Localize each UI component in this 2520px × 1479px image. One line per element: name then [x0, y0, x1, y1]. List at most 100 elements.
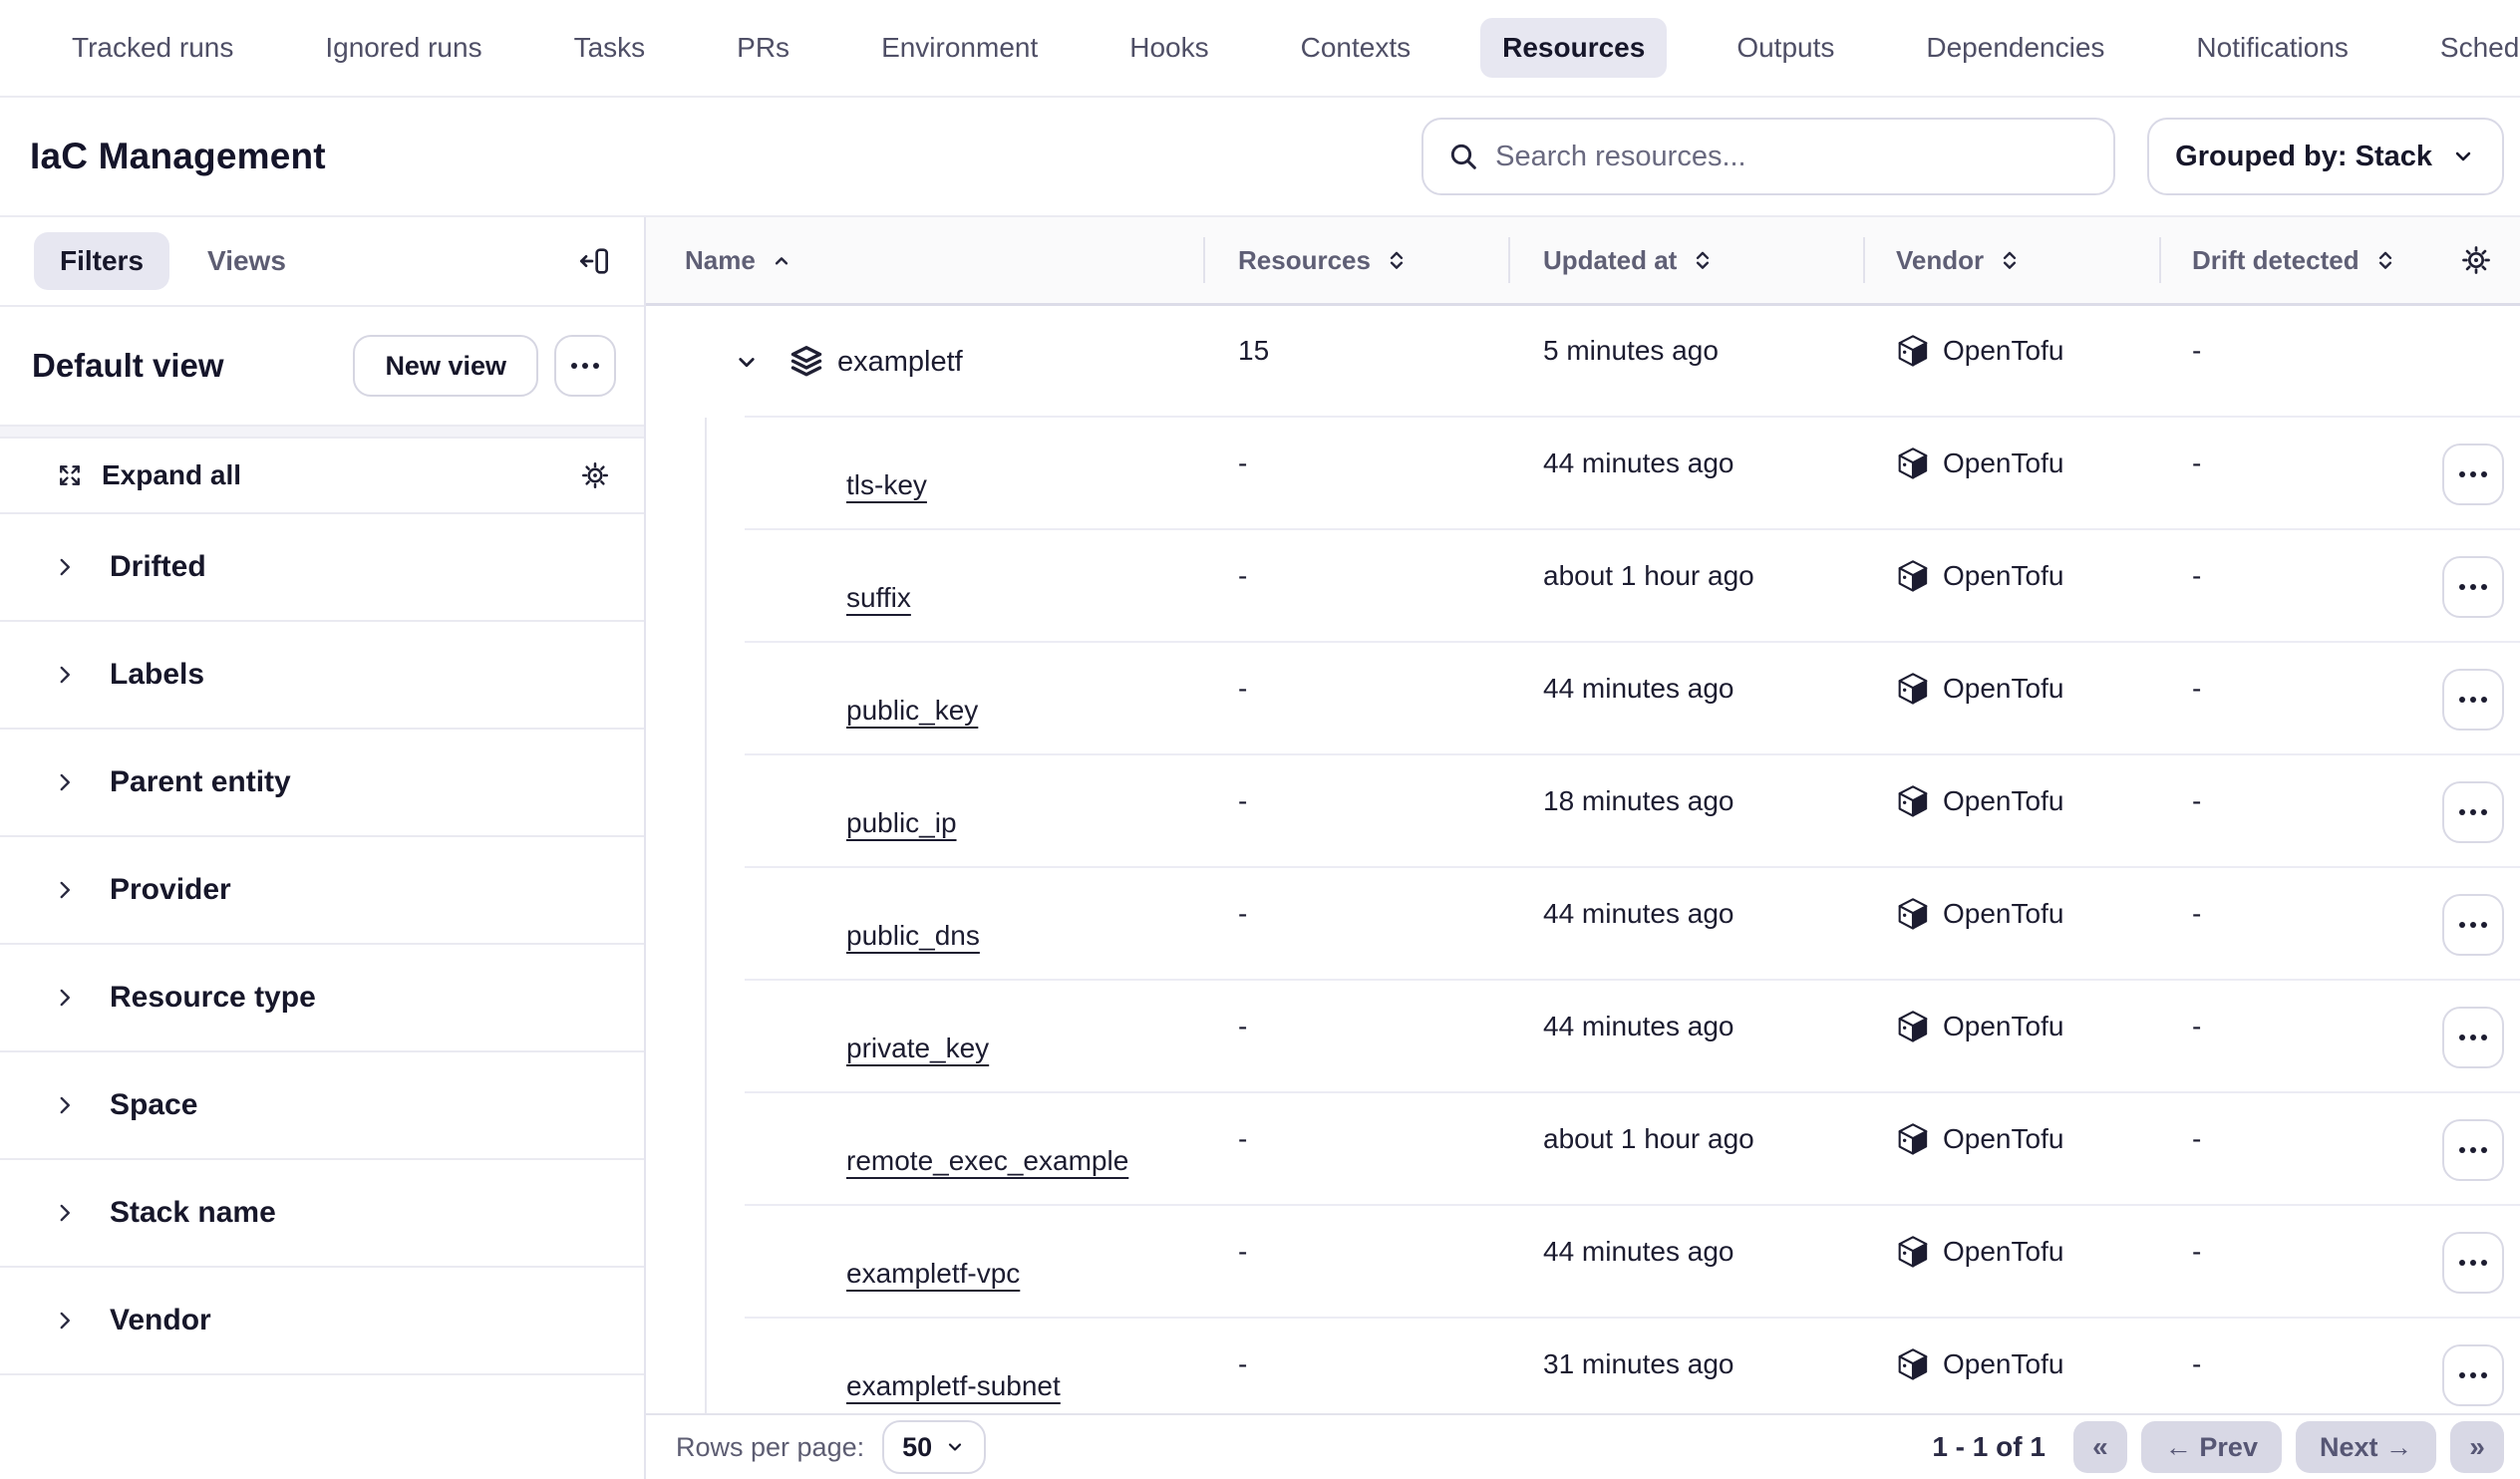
search-box[interactable]	[1421, 118, 2115, 195]
updated-at: 44 minutes ago	[1508, 1011, 1863, 1042]
filter-section-resource-type[interactable]: Resource type	[0, 945, 644, 1052]
filter-section-provider[interactable]: Provider	[0, 837, 644, 945]
opentofu-icon	[1896, 559, 1930, 593]
resource-link[interactable]: exampletf-vpc	[846, 1258, 1020, 1290]
nav-tab-ignored-runs[interactable]: Ignored runs	[303, 18, 503, 78]
stack-layers-icon	[788, 344, 824, 380]
sidebar-empty-area	[0, 1375, 644, 1479]
opentofu-icon	[1896, 334, 1930, 368]
first-page-button[interactable]: «	[2073, 1421, 2127, 1473]
column-header-resources[interactable]: Resources	[1203, 217, 1508, 303]
opentofu-icon	[1896, 1347, 1930, 1381]
table-row: private_key - 44 minutes ago OpenTofu -	[646, 981, 2520, 1093]
nav-tab-contexts[interactable]: Contexts	[1279, 18, 1433, 78]
nav-tab-outputs[interactable]: Outputs	[1715, 18, 1856, 78]
row-menu-button[interactable]	[2442, 444, 2504, 505]
resource-link[interactable]: public_dns	[846, 920, 980, 952]
table-row-group-exampletf[interactable]: exampletf 15 5 minutes ago OpenTofu -	[646, 306, 2520, 418]
content-area: Filters Views Default view New view	[0, 217, 2520, 1479]
row-menu-button[interactable]	[2442, 781, 2504, 843]
column-header-vendor[interactable]: Vendor	[1863, 217, 2159, 303]
nav-tab-tracked-runs[interactable]: Tracked runs	[50, 18, 255, 78]
opentofu-icon	[1896, 1122, 1930, 1156]
view-more-button[interactable]	[554, 335, 616, 397]
nav-tab-resources[interactable]: Resources	[1480, 18, 1667, 78]
resources-count: -	[1203, 447, 1508, 479]
resource-link[interactable]: exampletf-subnet	[846, 1370, 1061, 1402]
table-settings-gear-icon[interactable]	[2460, 244, 2492, 276]
sort-icon	[1691, 248, 1715, 272]
row-menu-button[interactable]	[2442, 556, 2504, 618]
group-drift-detected: -	[2159, 335, 2520, 367]
resource-link[interactable]: suffix	[846, 582, 911, 614]
group-resources-count: 15	[1203, 335, 1508, 367]
tab-views[interactable]: Views	[181, 232, 312, 290]
filter-section-space[interactable]: Space	[0, 1052, 644, 1160]
resource-link[interactable]: tls-key	[846, 469, 927, 501]
nav-tab-environment[interactable]: Environment	[859, 18, 1060, 78]
updated-at: about 1 hour ago	[1508, 1123, 1863, 1155]
row-menu-button[interactable]	[2442, 1007, 2504, 1068]
resource-link[interactable]: public_key	[846, 695, 978, 727]
nav-tab-notifications[interactable]: Notifications	[2174, 18, 2370, 78]
row-menu-button[interactable]	[2442, 894, 2504, 956]
header-controls: Grouped by: Stack	[1421, 118, 2504, 195]
table-header: Name Resources Updated at Vendor Drift d…	[646, 217, 2520, 306]
filter-section-parent-entity[interactable]: Parent entity	[0, 730, 644, 837]
search-icon	[1447, 141, 1479, 172]
expand-all-control[interactable]: Expand all	[0, 439, 644, 514]
collapse-group-chevron-down-icon[interactable]	[732, 347, 762, 377]
nav-tab-dependencies[interactable]: Dependencies	[1904, 18, 2126, 78]
search-input[interactable]	[1495, 141, 2089, 173]
column-header-updated-at[interactable]: Updated at	[1508, 217, 1863, 303]
filter-section-labels[interactable]: Labels	[0, 622, 644, 730]
iac-management-page: Tracked runs Ignored runs Tasks PRs Envi…	[0, 0, 2520, 1479]
resources-count: -	[1203, 898, 1508, 930]
nav-tab-tasks[interactable]: Tasks	[552, 18, 668, 78]
updated-at: 31 minutes ago	[1508, 1348, 1863, 1380]
updated-at: 44 minutes ago	[1508, 898, 1863, 930]
chevron-down-icon	[944, 1436, 966, 1458]
prev-page-button[interactable]: ← Prev	[2141, 1421, 2282, 1473]
resource-link[interactable]: public_ip	[846, 807, 957, 839]
filter-section-drifted[interactable]: Drifted	[0, 514, 644, 622]
grouped-by-dropdown[interactable]: Grouped by: Stack	[2147, 118, 2504, 195]
resource-link[interactable]: remote_exec_example	[846, 1145, 1128, 1177]
filter-section-vendor[interactable]: Vendor	[0, 1268, 644, 1375]
nav-tab-scheduling[interactable]: Scheduling	[2418, 18, 2520, 78]
updated-at: 44 minutes ago	[1508, 673, 1863, 705]
last-page-button[interactable]: »	[2450, 1421, 2504, 1473]
collapse-sidebar-icon[interactable]	[578, 245, 610, 277]
column-header-name[interactable]: Name	[646, 217, 1203, 303]
chevron-right-icon	[52, 1200, 78, 1226]
vendor: OpenTofu	[1863, 1347, 2159, 1381]
pagination-range: 1 - 1 of 1	[1932, 1431, 2046, 1463]
chevron-right-icon	[52, 1092, 78, 1118]
tab-filters[interactable]: Filters	[34, 232, 169, 290]
row-menu-button[interactable]	[2442, 1232, 2504, 1294]
nav-tab-prs[interactable]: PRs	[715, 18, 811, 78]
opentofu-icon	[1896, 1235, 1930, 1269]
updated-at: 44 minutes ago	[1508, 447, 1863, 479]
next-page-button[interactable]: Next →	[2296, 1421, 2436, 1473]
resources-count: -	[1203, 1236, 1508, 1268]
vendor: OpenTofu	[1863, 672, 2159, 706]
view-row: Default view New view	[0, 307, 644, 427]
page-header: IaC Management Grouped by: Stack	[0, 98, 2520, 217]
opentofu-icon	[1896, 672, 1930, 706]
rows-per-page-select[interactable]: 50	[882, 1420, 986, 1474]
group-updated-at: 5 minutes ago	[1508, 335, 1863, 367]
chevron-right-icon	[52, 769, 78, 795]
nav-tab-hooks[interactable]: Hooks	[1107, 18, 1230, 78]
new-view-button[interactable]: New view	[353, 335, 538, 397]
row-menu-button[interactable]	[2442, 669, 2504, 731]
filter-section-stack-name[interactable]: Stack name	[0, 1160, 644, 1268]
table-row: suffix - about 1 hour ago OpenTofu -	[646, 530, 2520, 643]
table-row: public_key - 44 minutes ago OpenTofu -	[646, 643, 2520, 755]
sidebar-gear-icon[interactable]	[580, 460, 610, 490]
row-menu-button[interactable]	[2442, 1119, 2504, 1181]
row-menu-button[interactable]	[2442, 1344, 2504, 1406]
pagination: 1 - 1 of 1 « ← Prev Next → »	[1932, 1421, 2504, 1473]
resource-link[interactable]: private_key	[846, 1033, 989, 1064]
updated-at: 44 minutes ago	[1508, 1236, 1863, 1268]
